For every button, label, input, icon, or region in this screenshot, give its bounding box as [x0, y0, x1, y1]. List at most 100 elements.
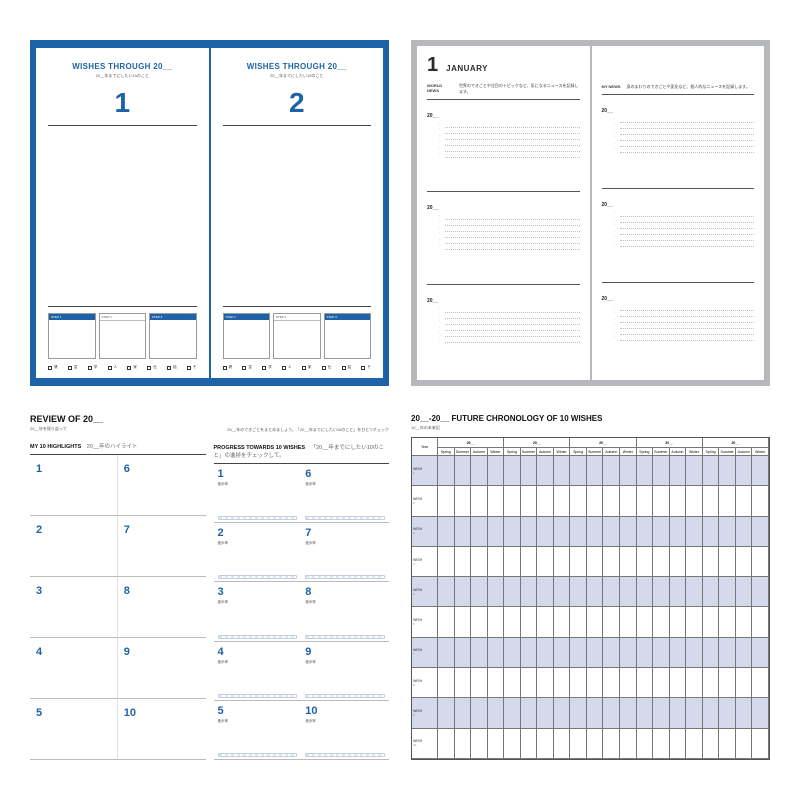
chronology-cell[interactable] [686, 517, 703, 547]
chronology-cell[interactable] [719, 517, 736, 547]
chronology-cell[interactable] [504, 698, 521, 728]
chronology-cell[interactable] [471, 698, 488, 728]
chronology-cell[interactable] [537, 729, 554, 759]
chronology-cell[interactable] [554, 517, 571, 547]
chronology-cell[interactable] [504, 517, 521, 547]
chronology-cell[interactable] [570, 456, 587, 486]
highlight-cell[interactable]: 2 [30, 516, 118, 577]
chronology-cell[interactable] [471, 607, 488, 637]
chronology-cell[interactable] [752, 638, 769, 668]
chronology-cell[interactable] [537, 456, 554, 486]
wish-step-box[interactable]: STEP 1 [223, 313, 271, 359]
chronology-cell[interactable] [570, 577, 587, 607]
year-block[interactable]: 20__ [427, 284, 580, 372]
chronology-cell[interactable] [603, 456, 620, 486]
chronology-cell[interactable] [587, 698, 604, 728]
chronology-cell[interactable] [554, 456, 571, 486]
chronology-cell[interactable] [455, 638, 472, 668]
chronology-cell[interactable] [488, 486, 505, 516]
chronology-cell[interactable] [554, 547, 571, 577]
chronology-cell[interactable] [438, 577, 455, 607]
chronology-cell[interactable] [719, 456, 736, 486]
chronology-cell[interactable] [603, 486, 620, 516]
chronology-cell[interactable] [752, 729, 769, 759]
chronology-cell[interactable] [736, 547, 753, 577]
highlight-cell[interactable]: 5 [30, 699, 118, 760]
chronology-cell[interactable] [521, 486, 538, 516]
chronology-cell[interactable] [620, 698, 637, 728]
highlight-cell[interactable]: 8 [118, 577, 206, 638]
chronology-cell[interactable] [504, 729, 521, 759]
chronology-cell[interactable] [455, 547, 472, 577]
chronology-cell[interactable] [488, 517, 505, 547]
chronology-cell[interactable] [703, 668, 720, 698]
chronology-cell[interactable] [570, 698, 587, 728]
chronology-cell[interactable] [570, 607, 587, 637]
chronology-cell[interactable] [455, 517, 472, 547]
chronology-cell[interactable] [670, 638, 687, 668]
chronology-cell[interactable] [537, 668, 554, 698]
chronology-cell[interactable] [570, 486, 587, 516]
chronology-cell[interactable] [703, 638, 720, 668]
chronology-cell[interactable] [603, 577, 620, 607]
chronology-cell[interactable] [653, 517, 670, 547]
chronology-cell[interactable] [521, 729, 538, 759]
check-item[interactable]: 結 [167, 365, 177, 370]
chronology-cell[interactable] [471, 638, 488, 668]
chronology-cell[interactable] [537, 486, 554, 516]
progress-cell[interactable]: 6進歩率 [301, 464, 389, 523]
chronology-cell[interactable] [438, 729, 455, 759]
progress-cell[interactable]: 4進歩率 [214, 642, 302, 701]
chronology-cell[interactable] [537, 517, 554, 547]
chronology-cell[interactable] [686, 577, 703, 607]
check-item[interactable]: 学 [88, 365, 98, 370]
chronology-cell[interactable] [603, 668, 620, 698]
chronology-cell[interactable] [521, 547, 538, 577]
wish-step-box[interactable]: STEP 2 [273, 313, 321, 359]
highlight-cell[interactable]: 10 [118, 699, 206, 760]
chronology-cell[interactable] [504, 486, 521, 516]
chronology-cell[interactable] [488, 638, 505, 668]
chronology-cell[interactable] [455, 668, 472, 698]
wish-step-box[interactable]: STEP 2 [99, 313, 147, 359]
chronology-cell[interactable] [488, 698, 505, 728]
year-block[interactable]: 20__ [602, 188, 755, 278]
wish-writing-area[interactable] [223, 126, 372, 306]
year-block[interactable]: 20__ [427, 191, 580, 279]
chronology-cell[interactable] [554, 486, 571, 516]
chronology-cell[interactable] [703, 486, 720, 516]
chronology-cell[interactable] [521, 517, 538, 547]
check-item[interactable]: 富 [242, 365, 252, 370]
chronology-cell[interactable] [653, 456, 670, 486]
chronology-cell[interactable] [471, 456, 488, 486]
year-block[interactable]: 20__ [602, 282, 755, 372]
chronology-cell[interactable] [537, 607, 554, 637]
check-item[interactable]: 富 [68, 365, 78, 370]
chronology-cell[interactable] [521, 456, 538, 486]
chronology-cell[interactable] [471, 668, 488, 698]
check-item[interactable]: 健 [223, 365, 233, 370]
highlight-cell[interactable]: 1 [30, 455, 118, 516]
chronology-cell[interactable] [471, 547, 488, 577]
chronology-cell[interactable] [504, 547, 521, 577]
chronology-cell[interactable] [752, 668, 769, 698]
progress-cell[interactable]: 5進歩率 [214, 701, 302, 760]
chronology-cell[interactable] [703, 698, 720, 728]
chronology-cell[interactable] [438, 698, 455, 728]
chronology-cell[interactable] [736, 486, 753, 516]
chronology-cell[interactable] [686, 547, 703, 577]
chronology-cell[interactable] [537, 547, 554, 577]
chronology-cell[interactable] [521, 698, 538, 728]
chronology-cell[interactable] [620, 729, 637, 759]
chronology-cell[interactable] [570, 638, 587, 668]
chronology-cell[interactable] [736, 517, 753, 547]
chronology-cell[interactable] [670, 607, 687, 637]
chronology-cell[interactable] [554, 638, 571, 668]
chronology-cell[interactable] [603, 517, 620, 547]
chronology-cell[interactable] [504, 668, 521, 698]
chronology-cell[interactable] [587, 486, 604, 516]
chronology-cell[interactable] [455, 607, 472, 637]
chronology-cell[interactable] [653, 607, 670, 637]
check-item[interactable]: そ [361, 365, 371, 370]
check-item[interactable]: 健 [48, 365, 58, 370]
